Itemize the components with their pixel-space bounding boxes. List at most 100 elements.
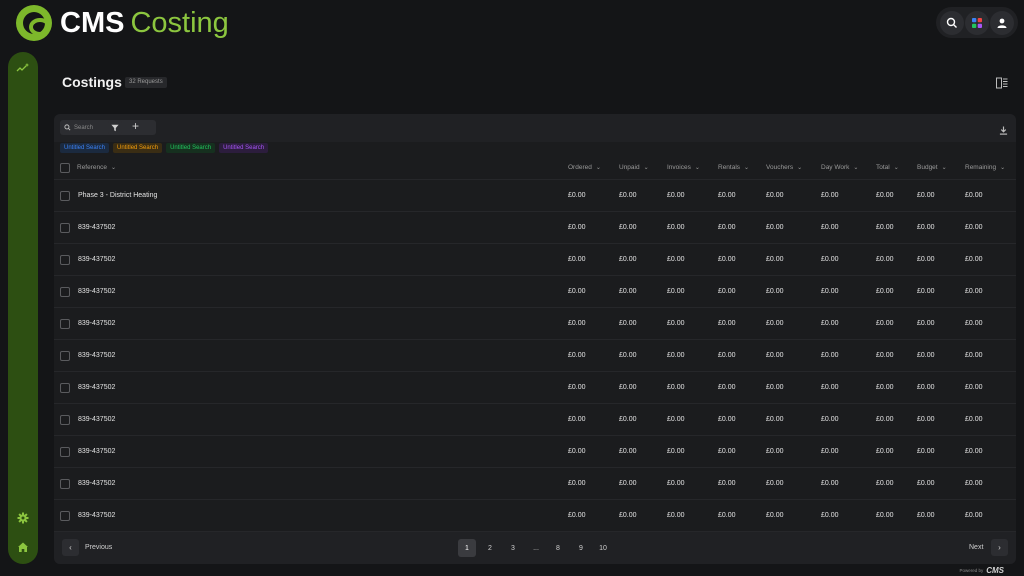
row-checkbox[interactable] bbox=[60, 415, 70, 425]
add-search-button[interactable]: + bbox=[132, 119, 139, 133]
reference-cell[interactable]: Phase 3 - District Heating bbox=[78, 192, 157, 199]
table-row[interactable]: Phase 3 - District Heating £0.00 £0.00 £0.0… bbox=[54, 180, 1016, 212]
page-number-button[interactable]: 3 bbox=[504, 539, 522, 557]
column-header-label: Remaining bbox=[965, 164, 997, 171]
reference-cell[interactable]: 839-437502 bbox=[78, 256, 115, 263]
reference-cell[interactable]: 839-437502 bbox=[78, 512, 115, 519]
saved-search-chip[interactable]: Untitled Search bbox=[219, 143, 269, 153]
reference-cell[interactable]: 839-437502 bbox=[78, 288, 115, 295]
reference-cell[interactable]: 839-437502 bbox=[78, 416, 115, 423]
next-arrow-button[interactable]: › bbox=[991, 539, 1008, 556]
download-button[interactable] bbox=[999, 122, 1008, 140]
table-row[interactable]: 839-437502 £0.00 £0.00 £0.00 £0.00 £0.00 £0.00… bbox=[54, 404, 1016, 436]
amount-cell: £0.00 bbox=[917, 448, 935, 455]
reference-cell[interactable]: 839-437502 bbox=[78, 480, 115, 487]
amount-cell: £0.00 bbox=[917, 384, 935, 391]
previous-arrow-button[interactable]: ‹ bbox=[62, 539, 79, 556]
saved-search-chip[interactable]: Untitled Search bbox=[113, 143, 163, 153]
column-header[interactable]: Vouchers ⌄ bbox=[766, 164, 802, 171]
amount-cell: £0.00 bbox=[876, 448, 894, 455]
chevron-right-icon: › bbox=[998, 543, 1001, 552]
sidebar-item-home[interactable] bbox=[15, 539, 31, 555]
search-icon bbox=[946, 17, 957, 28]
app-logo[interactable]: CMS Costing bbox=[16, 5, 229, 41]
table-row[interactable]: 839-437502 £0.00 £0.00 £0.00 £0.00 £0.00 £0.00… bbox=[54, 372, 1016, 404]
column-header[interactable]: Remaining ⌄ bbox=[965, 164, 1005, 171]
row-checkbox[interactable] bbox=[60, 191, 70, 201]
saved-search-chip[interactable]: Untitled Search bbox=[166, 143, 216, 153]
next-button[interactable]: Next bbox=[969, 544, 983, 551]
page-number-button[interactable]: 8 bbox=[549, 539, 567, 557]
table-row[interactable]: 839-437502 £0.00 £0.00 £0.00 £0.00 £0.00 £0.00… bbox=[54, 468, 1016, 500]
column-header[interactable]: Total ⌄ bbox=[876, 164, 899, 171]
page-number-button[interactable]: 1 bbox=[458, 539, 476, 557]
amount-cell: £0.00 bbox=[619, 192, 637, 199]
app-header: CMS Costing bbox=[0, 0, 1024, 46]
search-button[interactable] bbox=[939, 10, 964, 35]
sidebar-item-settings[interactable] bbox=[15, 510, 31, 526]
row-checkbox[interactable] bbox=[60, 287, 70, 297]
reference-cell[interactable]: 839-437502 bbox=[78, 384, 115, 391]
saved-search-chip[interactable]: Untitled Search bbox=[60, 143, 110, 153]
page-number-button[interactable]: 10 bbox=[594, 539, 612, 557]
row-checkbox[interactable] bbox=[60, 447, 70, 457]
column-header[interactable]: Ordered ⌄ bbox=[568, 164, 601, 171]
amount-cell: £0.00 bbox=[965, 352, 983, 359]
row-checkbox[interactable] bbox=[60, 255, 70, 265]
home-icon bbox=[18, 542, 28, 552]
column-header[interactable]: Day Work ⌄ bbox=[821, 164, 858, 171]
reference-cell[interactable]: 839-437502 bbox=[78, 352, 115, 359]
amount-cell: £0.00 bbox=[917, 352, 935, 359]
column-header-label: Budget bbox=[917, 164, 938, 171]
row-checkbox[interactable] bbox=[60, 511, 70, 521]
filter-button[interactable] bbox=[108, 120, 122, 135]
page-number-button[interactable]: 2 bbox=[481, 539, 499, 557]
user-button[interactable] bbox=[990, 10, 1015, 35]
amount-cell: £0.00 bbox=[766, 352, 784, 359]
reference-cell[interactable]: 839-437502 bbox=[78, 224, 115, 231]
table-row[interactable]: 839-437502 £0.00 £0.00 £0.00 £0.00 £0.00 £0.00… bbox=[54, 436, 1016, 468]
column-header[interactable]: Rentals ⌄ bbox=[718, 164, 749, 171]
table-row[interactable]: 839-437502 £0.00 £0.00 £0.00 £0.00 £0.00 £0.00… bbox=[54, 212, 1016, 244]
table-row[interactable]: 839-437502 £0.00 £0.00 £0.00 £0.00 £0.00 £0.00… bbox=[54, 276, 1016, 308]
sidebar-item-insights[interactable] bbox=[15, 60, 31, 76]
amount-cell: £0.00 bbox=[619, 288, 637, 295]
header-actions bbox=[936, 7, 1018, 38]
table-row[interactable]: 839-437502 £0.00 £0.00 £0.00 £0.00 £0.00 £0.00… bbox=[54, 308, 1016, 340]
amount-cell: £0.00 bbox=[667, 320, 685, 327]
row-checkbox[interactable] bbox=[60, 223, 70, 233]
reference-cell[interactable]: 839-437502 bbox=[78, 448, 115, 455]
amount-cell: £0.00 bbox=[718, 416, 736, 423]
row-checkbox[interactable] bbox=[60, 351, 70, 361]
table-row[interactable]: 839-437502 £0.00 £0.00 £0.00 £0.00 £0.00 £0.00… bbox=[54, 500, 1016, 532]
amount-cell: £0.00 bbox=[667, 512, 685, 519]
amount-cell: £0.00 bbox=[718, 480, 736, 487]
reference-cell[interactable]: 839-437502 bbox=[78, 320, 115, 327]
amount-cell: £0.00 bbox=[917, 192, 935, 199]
page-title: Costings bbox=[62, 74, 122, 90]
amount-cell: £0.00 bbox=[876, 384, 894, 391]
table-row[interactable]: 839-437502 £0.00 £0.00 £0.00 £0.00 £0.00 £0.00… bbox=[54, 244, 1016, 276]
column-header[interactable]: Budget ⌄ bbox=[917, 164, 947, 171]
row-checkbox[interactable] bbox=[60, 383, 70, 393]
amount-cell: £0.00 bbox=[876, 320, 894, 327]
page-number-button[interactable]: 9 bbox=[572, 539, 590, 557]
column-header[interactable]: Reference ⌄ bbox=[77, 164, 116, 171]
amount-cell: £0.00 bbox=[568, 448, 586, 455]
amount-cell: £0.00 bbox=[718, 224, 736, 231]
column-header[interactable]: Unpaid ⌄ bbox=[619, 164, 649, 171]
apps-button[interactable] bbox=[964, 10, 989, 35]
select-all-checkbox[interactable] bbox=[60, 163, 70, 173]
amount-cell: £0.00 bbox=[965, 192, 983, 199]
amount-cell: £0.00 bbox=[667, 480, 685, 487]
column-header[interactable]: Invoices ⌄ bbox=[667, 164, 700, 171]
table-row[interactable]: 839-437502 £0.00 £0.00 £0.00 £0.00 £0.00 £0.00… bbox=[54, 340, 1016, 372]
row-checkbox[interactable] bbox=[60, 319, 70, 329]
amount-cell: £0.00 bbox=[965, 512, 983, 519]
row-checkbox[interactable] bbox=[60, 479, 70, 489]
view-toggle-button[interactable] bbox=[996, 76, 1008, 89]
previous-button[interactable]: Previous bbox=[85, 544, 112, 551]
amount-cell: £0.00 bbox=[667, 288, 685, 295]
logo-costing: Costing bbox=[130, 7, 229, 39]
download-icon bbox=[999, 126, 1008, 135]
